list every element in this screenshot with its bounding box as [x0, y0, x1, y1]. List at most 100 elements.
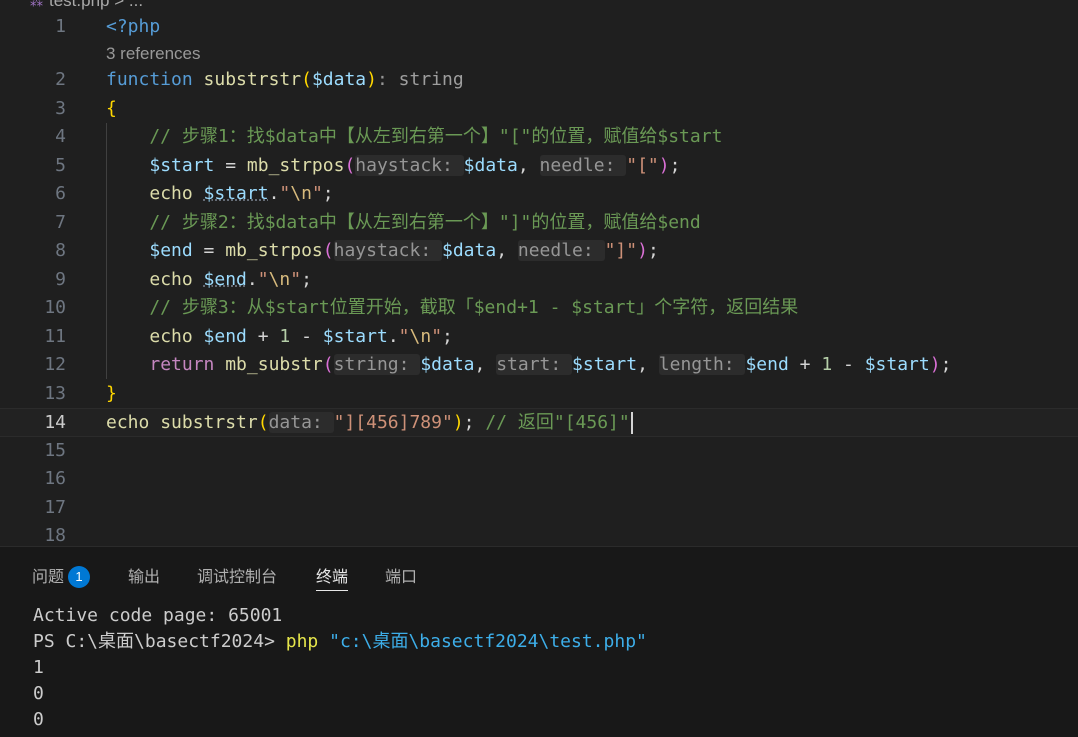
- code-text[interactable]: // 步骤2：找$data中【从左到右第一个】"]"的位置，赋值给$end: [106, 209, 700, 238]
- code-text[interactable]: return mb_substr(string: $data, start: $…: [106, 351, 951, 380]
- code-line[interactable]: 11 echo $end + 1 - $start."\n";: [0, 323, 1078, 352]
- line-number: 2: [55, 69, 66, 90]
- code-line[interactable]: 1 <?php: [0, 13, 1078, 42]
- code-token: $end: [203, 325, 247, 347]
- code-token: =: [192, 240, 226, 261]
- code-token: ,: [474, 354, 497, 375]
- line-number: 17: [44, 496, 66, 518]
- php-file-icon: ⁂: [30, 0, 43, 9]
- code-token: return: [149, 354, 226, 375]
- parameter-hint: haystack:: [333, 240, 442, 261]
- code-token: 1: [279, 325, 291, 347]
- code-text[interactable]: }: [106, 380, 117, 409]
- bottom-panel: 问题 1 输出 调试控制台 终端 端口 Active code page: 65001 PS…: [0, 546, 1078, 737]
- panel-tab[interactable]: 输出: [128, 563, 160, 587]
- code-text[interactable]: $end = mb_strpos(haystack: $data, needle…: [106, 237, 659, 266]
- code-token: (: [322, 354, 334, 375]
- terminal-text: Active code page: 65001: [33, 605, 283, 626]
- panel-tab[interactable]: 终端: [316, 563, 349, 591]
- code-token: $data: [311, 69, 367, 90]
- terminal-line: PS C:\桌面\basectf2024> php "c:\桌面\basectf…: [33, 629, 647, 655]
- code-line[interactable]: 12 return mb_substr(string: $data, start…: [0, 351, 1078, 380]
- code-line[interactable]: 8 $end = mb_strpos(haystack: $data, need…: [0, 237, 1078, 266]
- code-text[interactable]: {: [106, 95, 117, 124]
- breadcrumb-trail[interactable]: > ...: [114, 0, 143, 10]
- code-line[interactable]: 15: [0, 437, 1078, 466]
- code-text[interactable]: $start = mb_strpos(haystack: $data, need…: [106, 152, 680, 181]
- code-token: ,: [496, 240, 518, 261]
- panel-tab-label: 调试控制台: [197, 569, 278, 586]
- code-token: echo: [149, 268, 204, 290]
- terminal-output[interactable]: Active code page: 65001 PS C:\桌面\basectf2…: [33, 603, 647, 733]
- code-token: .: [387, 325, 399, 347]
- code-token: echo: [149, 325, 204, 347]
- panel-tab[interactable]: 端口: [385, 563, 417, 587]
- code-line[interactable]: 4 // 步骤1：找$data中【从左到右第一个】"["的位置，赋值给$star…: [0, 123, 1078, 152]
- code-token: $start: [149, 154, 215, 176]
- code-token: ): [637, 240, 648, 261]
- code-line[interactable]: 16: [0, 465, 1078, 494]
- code-text[interactable]: <?php: [106, 13, 160, 42]
- code-token: ": [311, 183, 323, 204]
- code-line[interactable]: 3{: [0, 95, 1078, 124]
- code-line[interactable]: 13}: [0, 380, 1078, 409]
- code-text[interactable]: echo $end + 1 - $start."\n";: [106, 323, 453, 352]
- code-text[interactable]: // 步骤1：找$data中【从左到右第一个】"["的位置，赋值给$start: [106, 123, 722, 152]
- code-token: <?php: [106, 16, 161, 37]
- code-token: ": [290, 268, 302, 290]
- panel-tab-label: 端口: [385, 569, 418, 586]
- code-line[interactable]: 9 echo $end."\n";: [0, 266, 1078, 295]
- code-token: +: [246, 325, 280, 347]
- code-token: "][456]789": [333, 412, 453, 433]
- line-number: 8: [55, 240, 66, 261]
- code-token: ,: [517, 154, 540, 176]
- code-text[interactable]: echo substrstr(data: "][456]789"); // 返回…: [106, 409, 633, 438]
- code-token: .: [268, 183, 280, 204]
- code-editor[interactable]: 1 <?php 2 function substrstr($data): string…: [0, 13, 1078, 546]
- code-text[interactable]: // 步骤3：从$start位置开始，截取「$end+1 - $start」个字…: [106, 294, 798, 323]
- code-text[interactable]: function substrstr($data): string: [106, 66, 464, 95]
- panel-tab[interactable]: 调试控制台: [197, 563, 277, 587]
- terminal-text: "c:\桌面\basectf2024\test.php": [329, 631, 647, 652]
- code-token: ,: [637, 354, 659, 375]
- terminal-line: 0: [33, 681, 647, 707]
- code-token: ): [366, 69, 377, 90]
- code-token: "[": [626, 154, 659, 176]
- code-line[interactable]: 14 echo substrstr(data: "][456]789"); // …: [0, 408, 1078, 437]
- code-token: $start: [864, 354, 930, 375]
- line-number: 1: [55, 16, 66, 37]
- line-number: 7: [55, 211, 66, 233]
- breadcrumb[interactable]: ⁂ test.php > ...: [30, 0, 143, 10]
- panel-tab[interactable]: 问题 1: [32, 563, 91, 588]
- code-token: ): [929, 354, 941, 375]
- code-token: ;: [940, 354, 952, 375]
- code-text[interactable]: echo $start."\n";: [106, 180, 333, 209]
- panel-tab-label: 输出: [128, 569, 161, 586]
- code-text[interactable]: echo $end."\n";: [106, 266, 312, 295]
- code-token: 1: [821, 354, 833, 375]
- indent-guide: [106, 123, 107, 379]
- references-codelens[interactable]: 3 references: [106, 42, 201, 66]
- code-line[interactable]: 17: [0, 494, 1078, 523]
- code-token: mb_substr: [225, 354, 323, 375]
- code-line[interactable]: 6 echo $start."\n";: [0, 180, 1078, 209]
- code-token: echo: [106, 412, 161, 433]
- line-number: 5: [55, 154, 66, 176]
- code-token: substrstr: [203, 69, 302, 90]
- code-line[interactable]: 5 $start = mb_strpos(haystack: $data, ne…: [0, 152, 1078, 181]
- line-number: 16: [44, 468, 66, 489]
- code-token: :: [376, 69, 399, 90]
- code-line[interactable]: 10 // 步骤3：从$start位置开始，截取「$end+1 - $start…: [0, 294, 1078, 323]
- breadcrumb-file[interactable]: test.php: [49, 0, 110, 10]
- code-token: ": [431, 325, 443, 347]
- code-line[interactable]: 2 function substrstr($data): string: [0, 66, 1078, 95]
- code-token: $data: [463, 154, 518, 176]
- code-line[interactable]: 18: [0, 522, 1078, 546]
- code-token: $start: [572, 354, 638, 375]
- code-token: $end: [203, 268, 247, 290]
- code-token: mb_strpos: [225, 240, 323, 261]
- code-line[interactable]: 7 // 步骤2：找$data中【从左到右第一个】"]"的位置，赋值给$end: [0, 209, 1078, 238]
